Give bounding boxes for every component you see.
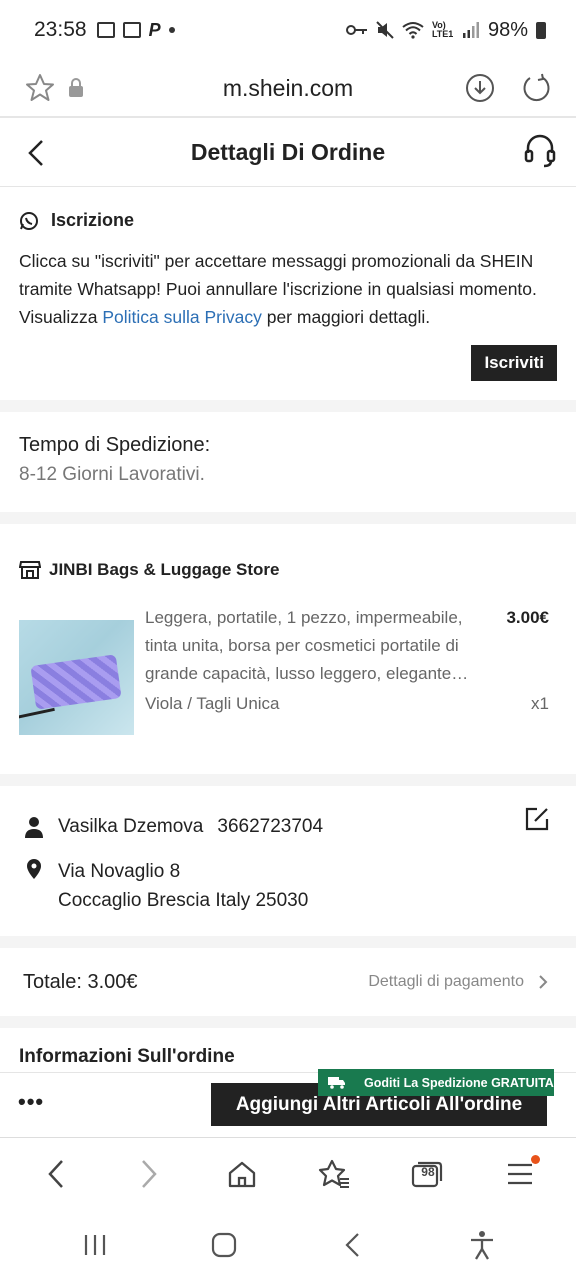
product-quantity: x1 (531, 694, 549, 713)
edit-icon (525, 807, 549, 831)
headset-icon (524, 134, 556, 168)
recipient-phone: 3662723704 (217, 816, 324, 837)
order-info-title: Informazioni Sull'ordine (0, 1028, 576, 1072)
signal-icon (462, 22, 479, 38)
address-section: Vasilka Dzemova 3662723704 Via Novaglio … (0, 786, 576, 936)
customer-support-button[interactable] (524, 133, 556, 174)
location-pin-icon (27, 859, 41, 879)
truck-icon (328, 1077, 345, 1089)
divider (0, 936, 576, 948)
accessibility-icon (470, 1230, 493, 1260)
store-header[interactable]: JINBI Bags & Luggage Store (19, 560, 557, 580)
gallery-icon (122, 22, 141, 38)
recent-apps-button[interactable] (65, 1220, 125, 1270)
mute-icon (376, 21, 394, 39)
shipping-time-value: 8-12 Giorni Lavorativi. (19, 464, 205, 485)
hamburger-menu-icon (507, 1163, 532, 1184)
product-image[interactable] (19, 620, 134, 735)
network-type: Vo) LTE1 (431, 20, 454, 39)
subscribe-message: Clicca su "iscriviti" per accettare mess… (19, 251, 537, 327)
reload-icon[interactable] (518, 70, 554, 106)
shipping-time-section: Tempo di Spedizione: 8-12 Giorni Lavorat… (0, 412, 576, 512)
battery-percent: 98% (487, 18, 528, 41)
bookmark-star-icon[interactable] (22, 70, 58, 106)
chevron-left-icon (48, 1159, 64, 1188)
browser-forward-button[interactable] (119, 1149, 179, 1199)
address-line-2: Coccaglio Brescia Italy 25030 (58, 890, 309, 911)
home-square-icon (211, 1232, 236, 1257)
address-line-1: Via Novaglio 8 (58, 861, 181, 882)
product-price: 3.00€ (506, 608, 549, 627)
whatsapp-icon (20, 211, 38, 230)
total-section: Totale: 3.00€ Dettagli di pagamento (0, 948, 576, 1016)
free-shipping-badge: Goditi La Spedizione GRATUITA (318, 1069, 554, 1096)
store-icon (19, 561, 41, 579)
browser-navigation-bar: 98 (0, 1137, 576, 1209)
key-icon (345, 25, 367, 35)
page-title: Dettagli Di Ordine (190, 139, 386, 165)
person-icon (25, 817, 43, 838)
edit-address-button[interactable] (524, 806, 550, 837)
recent-apps-icon (84, 1234, 105, 1255)
subscribe-button[interactable]: Iscriviti (471, 345, 557, 381)
product-description: Leggera, portatile, 1 pezzo, impermeabil… (145, 608, 469, 683)
system-home-button[interactable] (194, 1220, 254, 1270)
subscribe-title: Iscrizione (51, 210, 135, 230)
store-section: JINBI Bags & Luggage Store Leggera, port… (0, 524, 576, 774)
back-arrow-icon (344, 1232, 359, 1257)
url-text[interactable]: m.shein.com (94, 75, 462, 102)
wifi-icon (402, 22, 424, 39)
divider (0, 400, 576, 412)
product-item[interactable]: Leggera, portatile, 1 pezzo, impermeabil… (19, 604, 549, 744)
divider (0, 774, 576, 786)
recipient-name: Vasilka Dzemova (58, 816, 204, 837)
payment-details-link[interactable]: Dettagli di pagamento (368, 973, 548, 991)
star-list-icon (319, 1159, 350, 1188)
chevron-left-icon (28, 140, 43, 166)
tabs-button[interactable]: 98 (397, 1149, 457, 1199)
battery-icon (536, 21, 546, 39)
status-bar: 23:58 P Vo) LTE1 98% (0, 0, 576, 60)
status-time: 23:58 (34, 18, 87, 41)
divider (0, 512, 576, 524)
whatsapp-subscribe-section: Iscrizione Clicca su "iscriviti" per acc… (0, 188, 576, 400)
page-header: Dettagli Di Ordine (0, 119, 576, 187)
total-label: Totale: 3.00€ (23, 970, 138, 993)
home-icon (228, 1161, 255, 1187)
accessibility-button[interactable] (452, 1220, 512, 1270)
browser-back-button[interactable] (26, 1149, 86, 1199)
chevron-right-icon (142, 1159, 157, 1188)
browser-address-bar: m.shein.com (0, 60, 576, 118)
notification-icon (96, 22, 115, 38)
privacy-policy-link[interactable]: Politica sulla Privacy (102, 307, 262, 327)
chevron-right-icon (539, 975, 548, 989)
tab-count: 98 (421, 1164, 435, 1179)
bookmarks-button[interactable] (304, 1149, 364, 1199)
notification-dot (530, 1154, 540, 1164)
menu-button[interactable] (490, 1149, 550, 1199)
back-button[interactable] (22, 135, 52, 176)
divider (0, 1016, 576, 1028)
more-options-button[interactable]: ••• (18, 1089, 44, 1115)
home-button[interactable] (212, 1149, 272, 1199)
store-name: JINBI Bags & Luggage Store (49, 560, 280, 579)
lock-icon[interactable] (58, 70, 94, 106)
system-back-button[interactable] (323, 1220, 383, 1270)
system-navigation-bar (0, 1209, 576, 1280)
more-notifications-icon (168, 27, 175, 33)
download-icon[interactable] (462, 70, 498, 106)
paypal-icon: P (148, 19, 161, 40)
product-variant: Viola / Tagli Unica (145, 694, 280, 713)
shipping-time-label: Tempo di Spedizione: (19, 434, 211, 456)
bag-illustration (30, 654, 122, 710)
